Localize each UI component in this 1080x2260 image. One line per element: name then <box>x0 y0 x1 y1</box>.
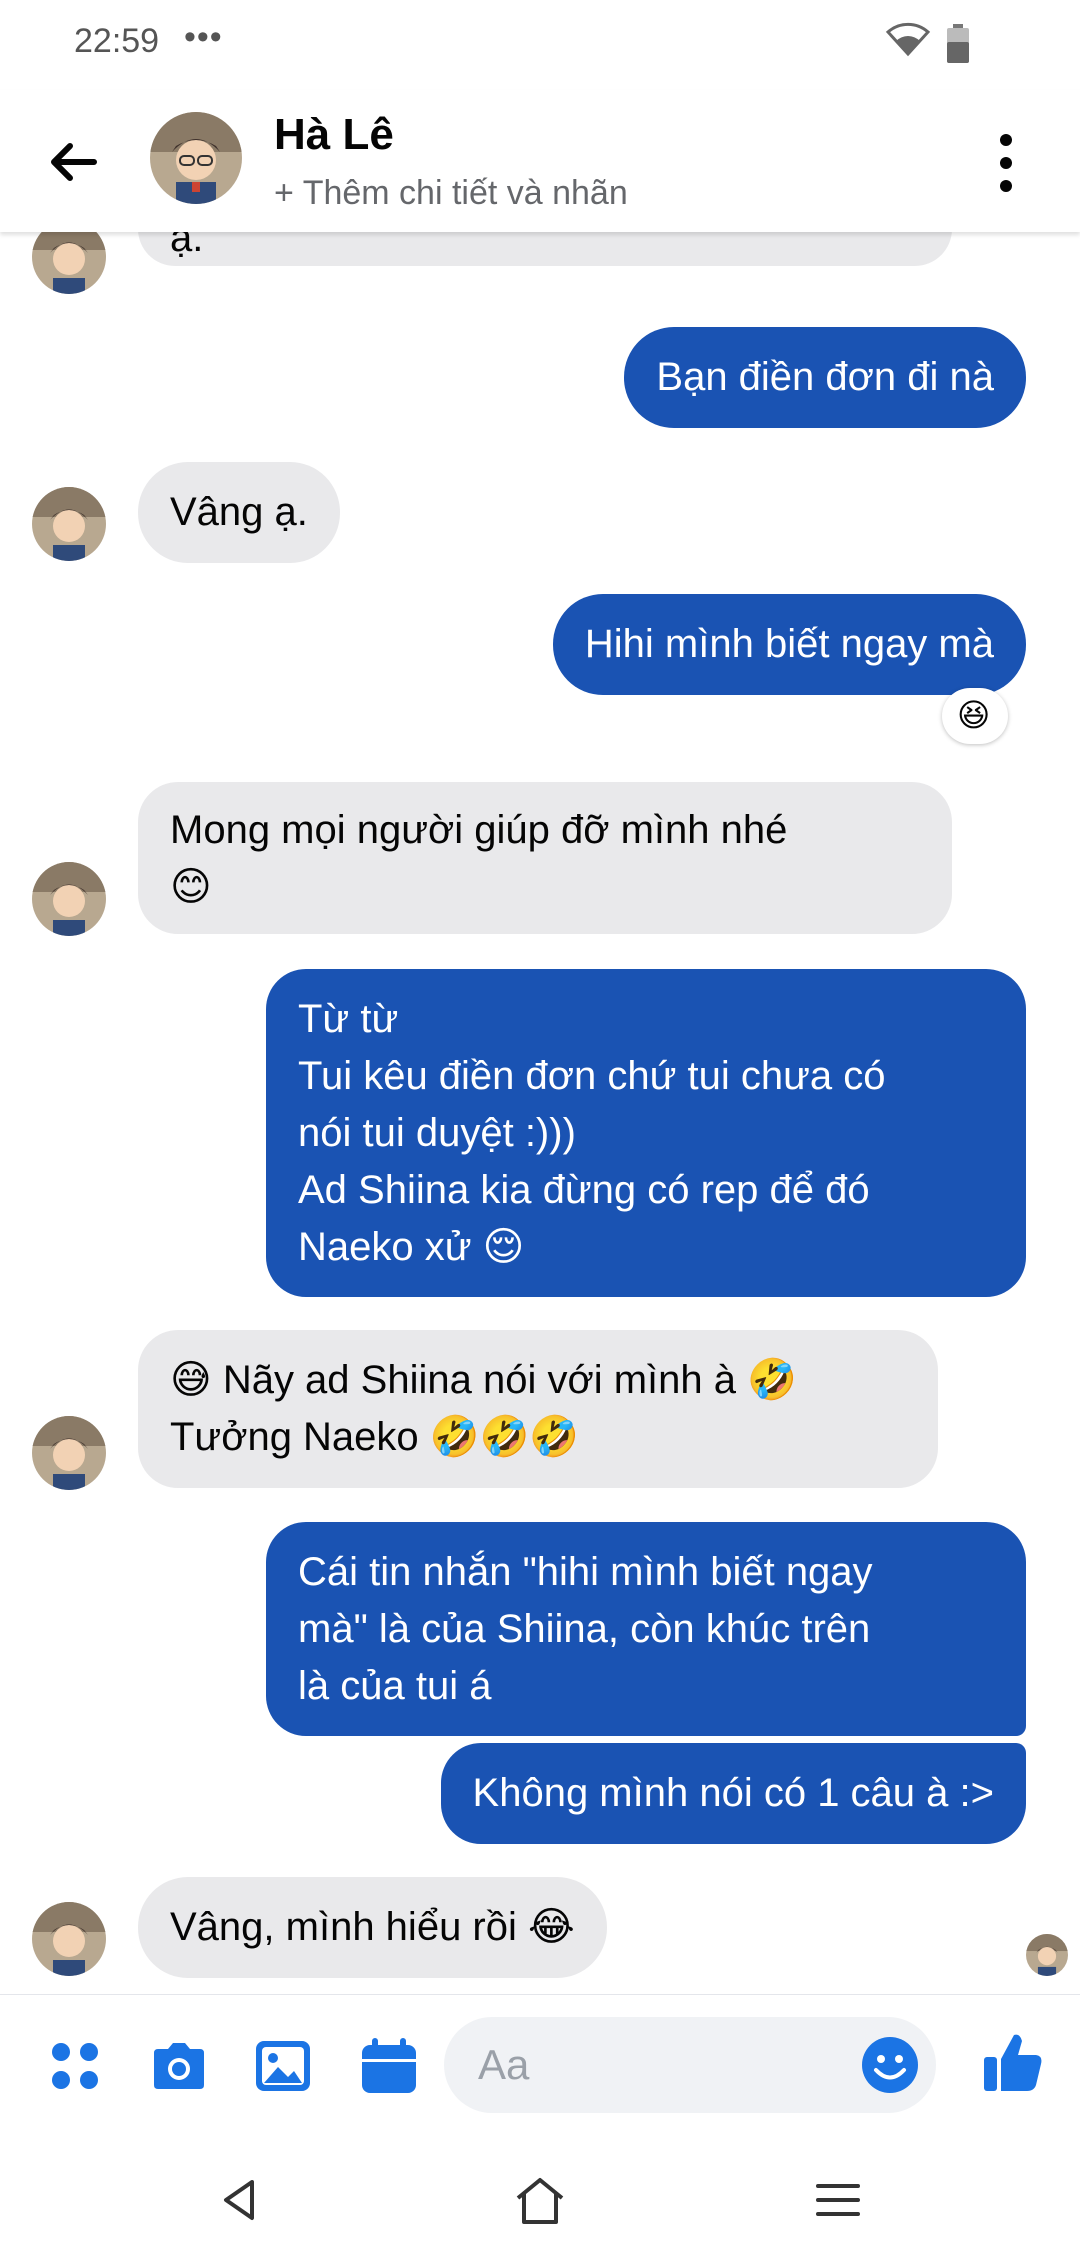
outgoing-message[interactable]: Hihi mình biết ngay mà <box>552 594 1026 695</box>
contact-name[interactable]: Hà Lê <box>274 110 394 160</box>
gallery-icon[interactable] <box>252 2035 314 2097</box>
reaction-emoji: 😆 <box>957 696 991 734</box>
message-composer: Aa <box>0 1994 1080 2137</box>
sender-avatar[interactable] <box>32 487 106 561</box>
message-input[interactable]: Aa <box>444 2017 936 2113</box>
add-details-link[interactable]: + Thêm chi tiết và nhãn <box>274 174 628 213</box>
more-vertical-icon[interactable] <box>988 128 1024 198</box>
nav-back-icon[interactable] <box>212 2174 272 2226</box>
incoming-message[interactable]: Vâng ạ. <box>138 462 340 563</box>
outgoing-message[interactable]: Bạn điền đơn đi nà <box>624 327 1026 428</box>
menu-grid-icon[interactable] <box>44 2035 106 2097</box>
incoming-message[interactable]: 😅 Nãy ad Shiina nói với mình à 🤣 Tưởng N… <box>138 1330 938 1488</box>
conversation-header: Hà Lê + Thêm chi tiết và nhãn <box>0 90 1080 232</box>
nav-menu-icon[interactable] <box>808 2174 868 2226</box>
camera-icon[interactable] <box>148 2035 210 2097</box>
sender-avatar[interactable] <box>32 232 106 294</box>
status-notification-dots: ••• <box>184 18 223 56</box>
status-bar: 22:59 ••• <box>0 0 1080 90</box>
incoming-message[interactable]: Vâng, mình hiểu rồi 😂 <box>138 1877 607 1978</box>
system-navigation-bar <box>0 2136 1080 2260</box>
status-time: 22:59 <box>74 22 160 60</box>
sender-avatar[interactable] <box>32 1902 106 1976</box>
sender-avatar[interactable] <box>32 862 106 936</box>
incoming-message[interactable]: Mong mọi người giúp đỡ mình nhé 😊 <box>138 782 952 934</box>
emoji-icon[interactable] <box>860 2035 920 2095</box>
message-reaction[interactable]: 😆 <box>942 688 1008 744</box>
calendar-icon[interactable] <box>358 2035 420 2097</box>
battery-icon <box>946 24 970 69</box>
contact-avatar[interactable] <box>150 112 242 204</box>
back-arrow-icon[interactable] <box>44 132 104 192</box>
wifi-icon <box>884 20 932 63</box>
message-list[interactable]: ạ. Bạn điền đơn đi nà Vâng ạ. Hihi mình … <box>0 232 1080 1994</box>
message-input-placeholder: Aa <box>478 2041 530 2088</box>
outgoing-message[interactable]: Cái tin nhắn "hihi mình biết ngay mà" là… <box>266 1522 1026 1736</box>
nav-home-icon[interactable] <box>510 2174 570 2226</box>
seen-receipt-avatar <box>1026 1934 1068 1976</box>
outgoing-message[interactable]: Không mình nói có 1 câu à :> <box>440 1743 1026 1844</box>
like-icon[interactable] <box>980 2029 1046 2095</box>
sender-avatar[interactable] <box>32 1416 106 1490</box>
outgoing-message[interactable]: Từ từ Tui kêu điền đơn chứ tui chưa có n… <box>266 969 1026 1297</box>
incoming-message[interactable]: ạ. <box>138 232 952 266</box>
